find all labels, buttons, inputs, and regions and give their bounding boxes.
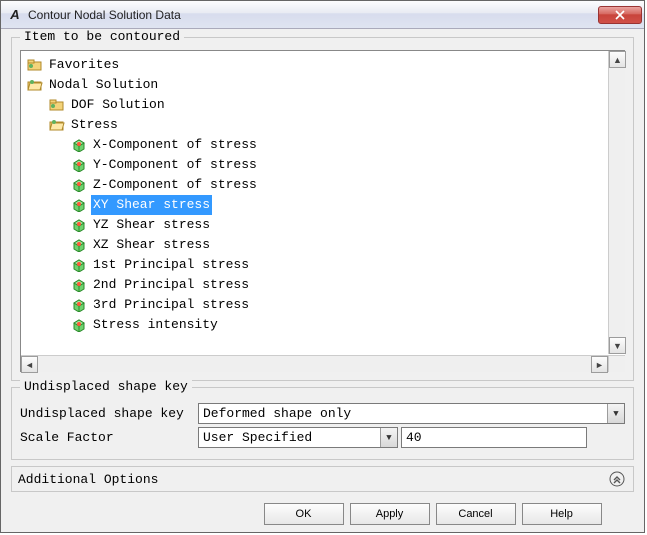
tree-label: Stress [69, 115, 120, 135]
cube-icon [71, 138, 87, 152]
horizontal-scrollbar[interactable]: ◄ ► [21, 355, 608, 372]
dialog-window: A Contour Nodal Solution Data Item to be… [0, 0, 645, 533]
cube-icon [71, 298, 87, 312]
label-undisplaced-key: Undisplaced shape key [20, 406, 198, 421]
input-value: 40 [406, 430, 422, 445]
scroll-up-icon[interactable]: ▲ [609, 51, 626, 68]
cube-icon [71, 258, 87, 272]
tree-item-x-stress[interactable]: X-Component of stress [23, 135, 623, 155]
cancel-button[interactable]: Cancel [436, 503, 516, 525]
cube-icon [71, 218, 87, 232]
label-scale-factor: Scale Factor [20, 430, 198, 445]
tree-item-favorites[interactable]: Favorites [23, 55, 623, 75]
button-label: Apply [376, 508, 404, 520]
input-scale-value[interactable]: 40 [401, 427, 587, 448]
tree-label: Favorites [47, 55, 121, 75]
ok-button[interactable]: OK [264, 503, 344, 525]
scroll-corner [608, 355, 625, 372]
tree-label: Y-Component of stress [91, 155, 259, 175]
expand-icon [607, 470, 627, 488]
tree-item-yz-shear[interactable]: YZ Shear stress [23, 215, 623, 235]
chevron-down-icon[interactable]: ▼ [380, 428, 397, 447]
close-icon [615, 10, 625, 20]
tree-item-dof-solution[interactable]: DOF Solution [23, 95, 623, 115]
row-scale-factor: Scale Factor User Specified ▼ 40 [20, 427, 625, 448]
tree-label: Nodal Solution [47, 75, 160, 95]
close-button[interactable] [598, 6, 642, 24]
cube-icon [71, 318, 87, 332]
tree-label: DOF Solution [69, 95, 167, 115]
cube-icon [71, 238, 87, 252]
tree-item-xy-shear[interactable]: XY Shear stress [23, 195, 623, 215]
scroll-right-icon[interactable]: ► [591, 356, 608, 373]
tree-item-1st-principal[interactable]: 1st Principal stress [23, 255, 623, 275]
tree-label: XY Shear stress [91, 195, 212, 215]
tree-item-3rd-principal[interactable]: 3rd Principal stress [23, 295, 623, 315]
scroll-left-icon[interactable]: ◄ [21, 356, 38, 373]
tree-label: Stress intensity [91, 315, 220, 335]
additional-options-label: Additional Options [18, 472, 158, 487]
dialog-body: Item to be contoured Favorites Nodal Sol… [1, 29, 644, 532]
tree-label: 2nd Principal stress [91, 275, 251, 295]
titlebar[interactable]: A Contour Nodal Solution Data [1, 1, 644, 29]
folder-icon [27, 58, 43, 72]
tree-item-stress-intensity[interactable]: Stress intensity [23, 315, 623, 335]
group-undisplaced-shape: Undisplaced shape key Undisplaced shape … [11, 387, 634, 460]
group-legend: Item to be contoured [20, 29, 184, 44]
apply-button[interactable]: Apply [350, 503, 430, 525]
folder-open-icon [49, 118, 65, 132]
tree-scroll[interactable]: Favorites Nodal Solution DOF Solution [21, 51, 625, 372]
button-label: OK [296, 508, 312, 520]
group-item-to-contour: Item to be contoured Favorites Nodal Sol… [11, 37, 634, 381]
help-button[interactable]: Help [522, 503, 602, 525]
combo-undisplaced-key[interactable]: Deformed shape only ▼ [198, 403, 625, 424]
tree-item-stress[interactable]: Stress [23, 115, 623, 135]
tree-label: 3rd Principal stress [91, 295, 251, 315]
tree-container: Favorites Nodal Solution DOF Solution [20, 50, 625, 372]
tree: Favorites Nodal Solution DOF Solution [21, 51, 625, 339]
tree-label: YZ Shear stress [91, 215, 212, 235]
combo-value: Deformed shape only [199, 406, 607, 421]
tree-label: XZ Shear stress [91, 235, 212, 255]
tree-label: X-Component of stress [91, 135, 259, 155]
combo-scale-factor[interactable]: User Specified ▼ [198, 427, 398, 448]
cube-icon [71, 198, 87, 212]
cube-icon [71, 158, 87, 172]
button-label: Cancel [458, 508, 492, 520]
scroll-down-icon[interactable]: ▼ [609, 337, 626, 354]
tree-item-xz-shear[interactable]: XZ Shear stress [23, 235, 623, 255]
group-legend: Undisplaced shape key [20, 379, 192, 394]
additional-options-toggle[interactable]: Additional Options [11, 466, 634, 492]
tree-item-z-stress[interactable]: Z-Component of stress [23, 175, 623, 195]
tree-item-2nd-principal[interactable]: 2nd Principal stress [23, 275, 623, 295]
button-label: Help [550, 508, 573, 520]
tree-item-y-stress[interactable]: Y-Component of stress [23, 155, 623, 175]
scroll-track[interactable] [38, 356, 591, 372]
folder-icon [49, 98, 65, 112]
cube-icon [71, 278, 87, 292]
scroll-track[interactable] [609, 68, 625, 337]
window-title: Contour Nodal Solution Data [28, 8, 598, 22]
folder-open-icon [27, 78, 43, 92]
row-undisplaced-key: Undisplaced shape key Deformed shape onl… [20, 403, 625, 424]
chevron-down-icon[interactable]: ▼ [607, 404, 624, 423]
tree-label: Z-Component of stress [91, 175, 259, 195]
vertical-scrollbar[interactable]: ▲ ▼ [608, 51, 625, 354]
app-icon: A [7, 7, 23, 23]
tree-label: 1st Principal stress [91, 255, 251, 275]
button-bar: OK Apply Cancel Help [11, 498, 634, 526]
cube-icon [71, 178, 87, 192]
combo-value: User Specified [199, 430, 380, 445]
tree-item-nodal-solution[interactable]: Nodal Solution [23, 75, 623, 95]
